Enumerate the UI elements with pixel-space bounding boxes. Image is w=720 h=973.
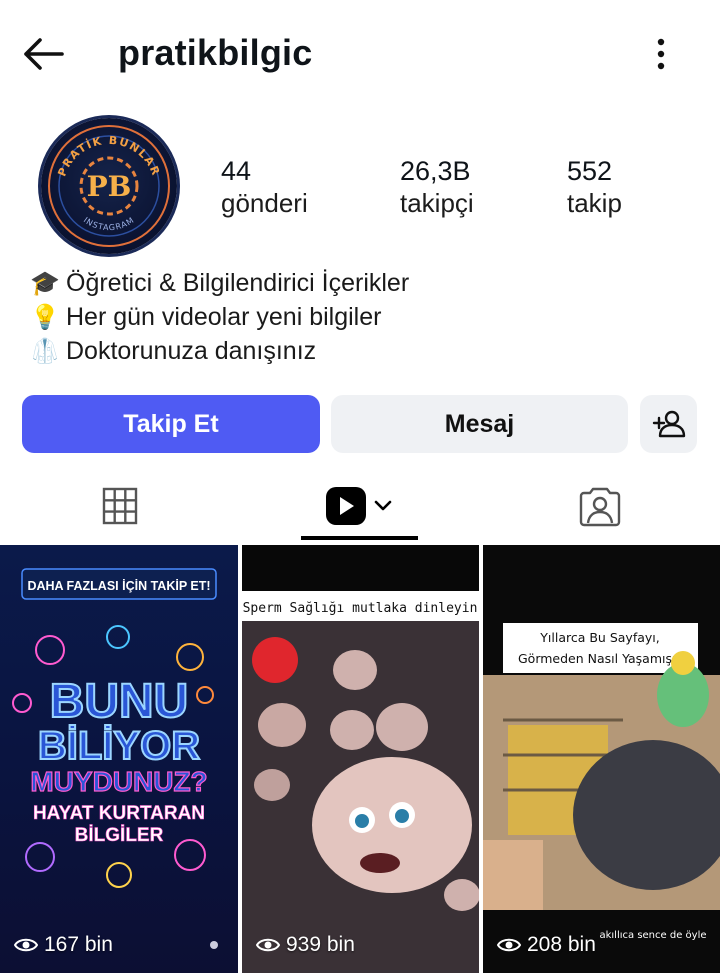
view-count: 167 bin — [14, 933, 113, 957]
suggested-accounts-button[interactable] — [640, 395, 697, 453]
reel-caption-line2: Görmeden Nasıl Yaşamışız — [518, 651, 682, 666]
bio-text: Doktorunuza danışınız — [66, 336, 317, 365]
reels-grid: DAHA FAZLASI İÇİN TAKİP ET! BUNU BİLİYOR… — [0, 545, 720, 973]
reel-thumbnail: Sperm Sağlığı mutlaka dinleyin — [242, 591, 479, 973]
bio-line: 💡 Her gün videolar yeni bilgiler — [30, 300, 409, 334]
view-count-text: 208 bin — [527, 933, 596, 956]
light-bulb-icon: 💡 — [30, 303, 60, 331]
back-arrow-icon[interactable] — [18, 30, 68, 78]
bio-line: 🥼 Doktorunuza danışınız — [30, 334, 409, 368]
avatar-logo: PRATİK BUNLAR INSTAGRAM PB — [48, 125, 170, 247]
stat-following-label: takip — [567, 188, 622, 218]
stat-followers[interactable]: 26,3B takipçi — [400, 155, 474, 219]
stat-following[interactable]: 552 takip — [567, 155, 622, 219]
svg-text:INSTAGRAM: INSTAGRAM — [82, 215, 136, 232]
reel-thumbnail: DAHA FAZLASI İÇİN TAKİP ET! BUNU BİLİYOR… — [12, 568, 218, 949]
bio-text: Öğretici & Bilgilendirici İçerikler — [66, 268, 410, 297]
profile-bio: 🎓 Öğretici & Bilgilendirici İçerikler 💡 … — [30, 266, 409, 368]
reel-caption-line1: Yıllarca Bu Sayfayı, — [539, 630, 659, 645]
bio-text: Her gün videolar yeni bilgiler — [66, 302, 382, 331]
reel-title-line3: MUYDUNUZ? — [30, 766, 207, 797]
tab-grid[interactable] — [60, 470, 180, 542]
stat-following-value: 552 — [567, 156, 613, 186]
reel-tile[interactable]: Yıllarca Bu Sayfayı, Görmeden Nasıl Yaşa… — [483, 545, 720, 973]
avatar-monogram: PB — [87, 170, 132, 203]
reel-subtitle-line2: BİLGİLER — [75, 825, 164, 846]
tab-reels[interactable] — [301, 470, 418, 542]
stat-followers-label: takipçi — [400, 188, 474, 218]
content-tabs — [0, 470, 720, 542]
view-count-text: 939 bin — [286, 933, 355, 956]
profile-username: pratikbilgic — [118, 32, 313, 73]
tab-tagged[interactable] — [540, 470, 660, 542]
stat-posts[interactable]: 44 gönderi — [221, 155, 308, 219]
eye-icon — [14, 938, 38, 952]
view-count: 208 bin — [497, 933, 596, 957]
reel-subtitle-line1: HAYAT KURTARAN — [33, 803, 205, 824]
grid-icon — [102, 487, 138, 525]
eye-icon — [256, 938, 280, 952]
stat-posts-label: gönderi — [221, 188, 308, 218]
follow-button[interactable]: Takip Et — [22, 395, 320, 453]
graduation-cap-icon: 🎓 — [30, 269, 60, 297]
reel-tile[interactable]: DAHA FAZLASI İÇİN TAKİP ET! BUNU BİLİYOR… — [0, 545, 238, 973]
tagged-person-icon — [579, 487, 621, 527]
reel-thumbnail: Yıllarca Bu Sayfayı, Görmeden Nasıl Yaşa… — [483, 623, 720, 941]
lab-coat-icon: 🥼 — [30, 337, 60, 365]
bio-line: 🎓 Öğretici & Bilgilendirici İçerikler — [30, 266, 409, 300]
reel-caption: Sperm Sağlığı mutlaka dinleyin — [243, 601, 478, 616]
view-count: 939 bin — [256, 933, 355, 957]
reel-title-line1: BUNU — [50, 675, 189, 728]
reels-icon — [325, 487, 391, 525]
add-person-icon — [652, 410, 685, 438]
reel-tile[interactable]: Sperm Sağlığı mutlaka dinleyin 939 bin — [242, 545, 479, 973]
reel-bottom-text: akıllıca sence de öyle — [599, 930, 706, 941]
stat-posts-value: 44 — [221, 156, 252, 186]
avatar-ring-bottom-text: INSTAGRAM — [82, 215, 135, 232]
message-button[interactable]: Mesaj — [331, 395, 628, 453]
eye-icon — [497, 938, 521, 952]
reel-title-line2: BİLİYOR — [38, 724, 200, 768]
view-count-text: 167 bin — [44, 933, 113, 956]
active-tab-indicator — [301, 536, 418, 540]
stat-followers-value: 26,3B — [400, 156, 471, 186]
more-options-icon[interactable] — [646, 34, 676, 74]
top-bar: pratikbilgic — [0, 0, 720, 108]
profile-avatar[interactable]: PRATİK BUNLAR INSTAGRAM PB — [41, 118, 177, 254]
reel-banner-text: DAHA FAZLASI İÇİN TAKİP ET! — [27, 578, 210, 593]
